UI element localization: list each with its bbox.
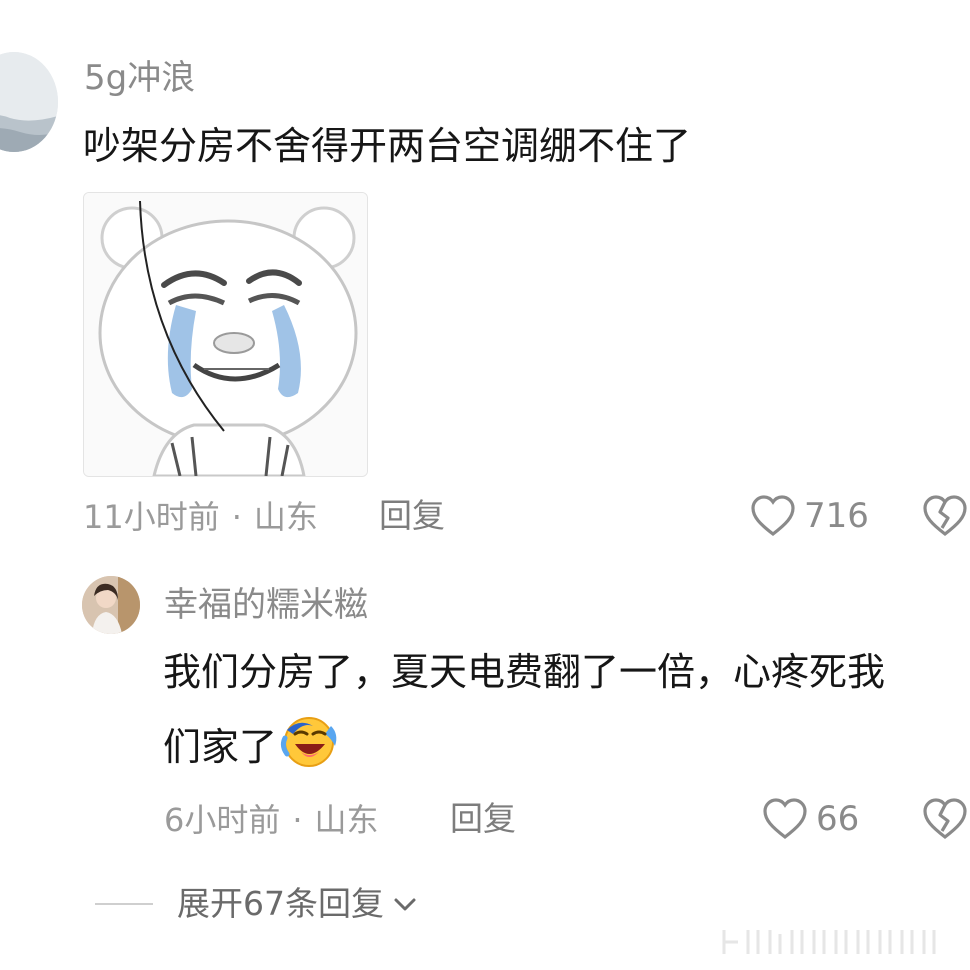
- laughing-crying-emoji-icon: [279, 712, 341, 787]
- reply-text-line-2-content: 们家了: [163, 725, 278, 769]
- reply-button[interactable]: 回复: [379, 496, 445, 536]
- watermark-logo-icon: [722, 930, 936, 954]
- avatar[interactable]: [82, 576, 140, 634]
- heart-outline-icon: [751, 495, 795, 537]
- like-count: 66: [816, 799, 860, 839]
- separator-dot: ·: [231, 498, 242, 536]
- crying-bear-sticker-image[interactable]: [83, 192, 368, 477]
- reply-button[interactable]: 回复: [450, 799, 516, 839]
- divider-line: [95, 903, 153, 905]
- reply-time: 6小时前: [164, 801, 281, 839]
- user-photo-avatar-image: [82, 576, 140, 634]
- comment-username[interactable]: 5g冲浪: [84, 58, 195, 98]
- dislike-button[interactable]: [922, 797, 968, 845]
- comment-meta: 11小时前 · 山东: [83, 497, 318, 537]
- reply-meta: 6小时前 · 山东: [164, 800, 379, 840]
- like-count: 716: [804, 496, 869, 536]
- expand-replies-button[interactable]: 展开67条回复: [95, 882, 418, 926]
- separator-dot: ·: [292, 801, 303, 839]
- comment-time: 11小时前: [83, 498, 220, 536]
- comment-thread: 5g冲浪 吵架分房不舍得开两台空调绷不住了 11小时前 · 山东 回复 716 …: [0, 0, 970, 970]
- comment-text: 吵架分房不舍得开两台空调绷不住了: [83, 124, 692, 168]
- dislike-button[interactable]: [922, 494, 968, 542]
- like-button[interactable]: 716: [750, 494, 869, 538]
- reply-text-line-1: 我们分房了，夏天电费翻了一倍，心疼死我: [163, 650, 886, 694]
- heart-outline-icon: [763, 798, 807, 840]
- chevron-down-icon: [394, 898, 416, 911]
- reply-location: 山东: [314, 801, 379, 839]
- landscape-avatar-image: [0, 52, 58, 152]
- crying-bear-icon: [84, 193, 367, 476]
- comment-location: 山东: [253, 498, 318, 536]
- reply-username[interactable]: 幸福的糯米糍: [164, 585, 368, 625]
- reply-text-line-2: 们家了: [163, 712, 341, 787]
- like-button[interactable]: 66: [762, 797, 859, 841]
- avatar[interactable]: [0, 52, 58, 152]
- broken-heart-icon: [923, 495, 967, 537]
- broken-heart-icon: [923, 798, 967, 840]
- expand-replies-label: 展开67条回复: [177, 884, 384, 923]
